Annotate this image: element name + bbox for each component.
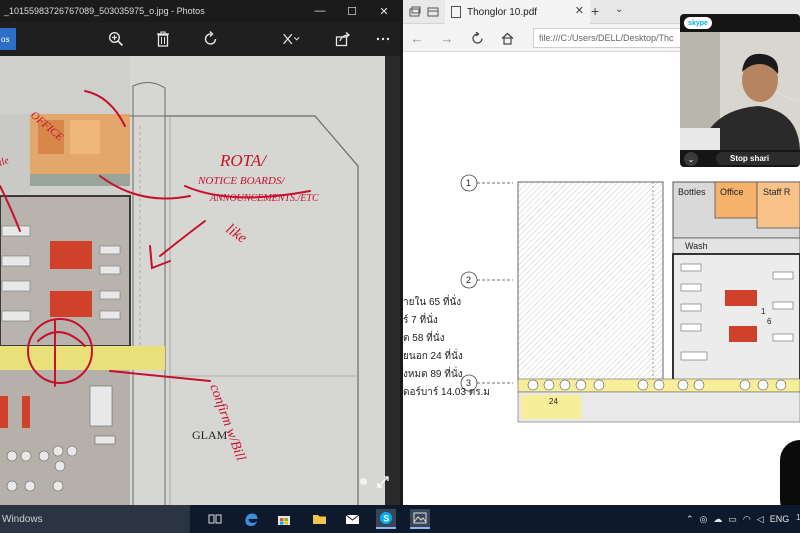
taskbar: Windows S ⌃ ◎ ☁ ▭ ◠ ◁ ENG 1 — [0, 505, 800, 533]
pdf-file-icon — [451, 6, 461, 18]
glam-label: GLAM — [192, 428, 228, 442]
desktop: _10155983726767089_503035975_o.jpg - Pho… — [0, 0, 800, 533]
edit-icon[interactable] — [282, 30, 300, 48]
wifi-icon[interactable]: ◠ — [743, 514, 751, 525]
back-icon[interactable]: ← — [409, 30, 425, 46]
more-icon[interactable] — [374, 30, 392, 48]
share-icon[interactable] — [334, 30, 352, 48]
room-label-6: 6 — [767, 317, 772, 326]
room-label-bottles: Bottles — [678, 187, 706, 197]
file-explorer-icon[interactable] — [309, 509, 329, 529]
skype-chevron-icon[interactable]: ⌄ — [684, 152, 698, 166]
skype-logo: skype — [684, 17, 712, 29]
close-button[interactable]: ✕ — [368, 0, 400, 22]
svg-text:S: S — [383, 513, 389, 523]
language-indicator[interactable]: ENG — [770, 514, 790, 524]
minimize-button[interactable]: — — [304, 0, 336, 22]
delete-icon[interactable] — [154, 30, 172, 48]
tab-title: Thonglor 10.pdf — [467, 6, 538, 18]
store-icon[interactable] — [274, 509, 294, 529]
chevron-up-icon[interactable]: ⌃ — [686, 514, 694, 525]
seating-notes: ายใน 65 ที่นั่ง ร์ 7 ที่นั่ง ต 58 ที่นั่… — [403, 294, 513, 402]
clock[interactable]: 1 — [796, 513, 800, 522]
note-announcements: ANNOUNCEMENTS./ETC — [209, 193, 319, 204]
photo-viewer[interactable]: ROTA/ NOTICE BOARDS/ ANNOUNCEMENTS./ETC … — [0, 56, 400, 505]
photos-title: _10155983726767089_503035975_o.jpg - Pho… — [4, 6, 205, 16]
address-bar[interactable]: file:///C:/Users/DELL/Desktop/Thc — [533, 28, 683, 48]
room-label-1: 1 — [761, 307, 766, 316]
photos-titlebar[interactable]: _10155983726767089_503035975_o.jpg - Pho… — [0, 0, 400, 22]
window-controls: — ☐ ✕ — [304, 0, 400, 22]
note-notice-boards: NOTICE BOARDS/ — [197, 175, 285, 187]
seating-line: ั้งหมด 89 ที่นั่ง — [403, 369, 463, 380]
floorplan-photo: ROTA/ NOTICE BOARDS/ ANNOUNCEMENTS./ETC … — [0, 56, 385, 505]
photos-window: _10155983726767089_503035975_o.jpg - Pho… — [0, 0, 400, 505]
seating-line: ายใน 65 ที่นั่ง — [403, 297, 462, 308]
seating-line: ต 58 ที่นั่ง — [403, 333, 445, 344]
expand-icon[interactable] — [376, 475, 390, 492]
task-view-icon[interactable] — [205, 509, 225, 529]
room-label-24: 24 — [549, 397, 558, 406]
refresh-icon[interactable] — [469, 30, 485, 46]
room-label-staff: Staff R — [763, 187, 791, 197]
edge-browser-icon[interactable] — [241, 509, 261, 529]
seating-line: ร์ 7 ที่นั่ง — [403, 315, 438, 326]
photos-toolbar: os — [0, 22, 400, 56]
system-tray: ⌃ ◎ ☁ ▭ ◠ ◁ ENG — [686, 505, 800, 533]
tab-previews-icon[interactable] — [425, 4, 441, 20]
room-label-wash: Wash — [685, 241, 708, 251]
skype-taskbar-icon[interactable]: S — [376, 509, 396, 529]
room-label-office: Office — [720, 187, 743, 197]
set-aside-tabs-icon[interactable] — [407, 4, 423, 20]
skype-video-feed — [680, 32, 800, 150]
tab-close-icon[interactable]: ✕ — [575, 4, 584, 17]
battery-icon[interactable]: ▭ — [728, 514, 737, 525]
rotate-icon[interactable] — [202, 30, 220, 48]
chevron-down-icon[interactable]: ⌄ — [615, 4, 623, 15]
note-rota: ROTA/ — [219, 151, 268, 170]
taskbar-search[interactable]: Windows — [0, 505, 190, 533]
skype-call-window[interactable]: skype ⌄ Stop shari — [680, 14, 800, 167]
slideshow-dot[interactable] — [360, 478, 367, 485]
caller-video — [680, 32, 800, 150]
grid-marker-1: 1 — [466, 178, 471, 188]
seating-line: ดอร์บาร์ 14.03 ตร.ม — [403, 387, 491, 398]
zoom-in-icon[interactable] — [107, 30, 125, 48]
photos-taskbar-icon[interactable] — [410, 509, 430, 529]
seating-line: ยนอก 24 ที่นั่ง — [403, 351, 463, 362]
grid-marker-2: 2 — [466, 275, 471, 285]
new-tab-icon[interactable]: + — [591, 3, 599, 19]
forward-icon[interactable]: → — [439, 30, 455, 46]
people-icon[interactable]: ◎ — [700, 514, 708, 525]
volume-icon[interactable]: ◁ — [757, 514, 764, 525]
tab-pdf[interactable]: Thonglor 10.pdf ✕ — [445, 0, 590, 24]
onedrive-icon[interactable]: ☁ — [713, 514, 722, 525]
home-icon[interactable] — [499, 30, 515, 46]
stop-sharing-button[interactable]: Stop shari — [716, 152, 800, 165]
photo-edge — [385, 56, 400, 505]
photos-home-button[interactable]: os — [0, 28, 16, 50]
mail-icon[interactable] — [342, 509, 362, 529]
maximize-button[interactable]: ☐ — [336, 0, 368, 22]
